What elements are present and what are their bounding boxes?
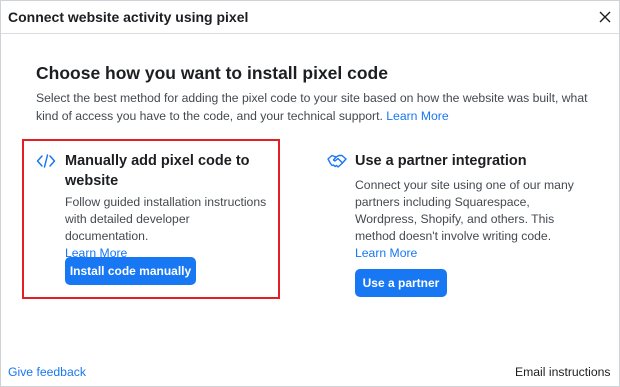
email-instructions-button[interactable]: Email instructions [515,365,611,379]
install-code-manually-button[interactable]: Install code manually [65,257,196,285]
section-description: Select the best method for adding the pi… [36,89,611,125]
partner-option-description: Connect your site using one of our many … [355,177,577,262]
code-icon [36,154,56,168]
partner-option-text: Connect your site using one of our many … [355,178,574,243]
dialog-title: Connect website activity using pixel [8,9,249,25]
dialog-header: Connect website activity using pixel [1,1,619,34]
manual-option-text: Follow guided installation instructions … [65,195,267,243]
section-title: Choose how you want to install pixel cod… [36,63,388,83]
close-button[interactable] [597,9,613,25]
give-feedback-link[interactable]: Give feedback [8,365,86,379]
partner-learn-more-link[interactable]: Learn More [355,246,417,260]
manual-option-description: Follow guided installation instructions … [65,194,275,262]
use-a-partner-button[interactable]: Use a partner [355,269,447,297]
description-text: Select the best method for adding the pi… [36,91,588,123]
close-icon [599,11,611,23]
learn-more-link[interactable]: Learn More [386,109,448,123]
handshake-icon [327,154,347,168]
pixel-setup-dialog: Connect website activity using pixel Cho… [0,0,620,387]
partner-option-title: Use a partner integration [355,153,527,169]
manual-option-title: Manually add pixel code to website [65,153,250,189]
